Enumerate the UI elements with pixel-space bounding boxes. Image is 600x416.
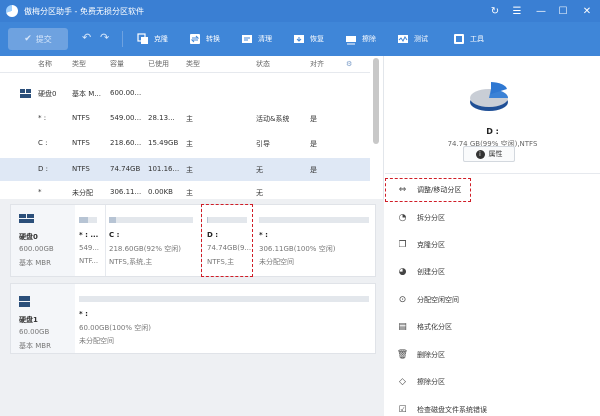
table-row[interactable]: * : NTFS 549.00... 28.13... 主 活动&系统 是 bbox=[0, 108, 370, 130]
clone-label: 克隆 bbox=[154, 35, 168, 43]
disk-1-size: 60.00GB bbox=[19, 328, 50, 336]
tools-label: 工具 bbox=[470, 35, 484, 43]
wipe-partition-icon: ◇ bbox=[399, 377, 406, 387]
tools-button[interactable]: 工具 bbox=[452, 30, 484, 48]
clone-icon bbox=[136, 32, 150, 46]
delete-partition-icon: 🗑 bbox=[396, 350, 409, 360]
highlight-box-d bbox=[201, 204, 253, 277]
partition-block-unallocated[interactable]: * : 60.00GB(100% 空闲) 未分配空间 bbox=[75, 284, 375, 353]
maximize-button[interactable]: ☐ bbox=[552, 0, 574, 22]
wipe-icon bbox=[344, 32, 358, 46]
commit-label: 提交 bbox=[35, 34, 52, 44]
selected-partition-name: D : bbox=[486, 127, 499, 136]
disk-1-box[interactable]: 硬盘1 60.00GB 基本 MBR * : 60.00GB(100% 空闲) … bbox=[10, 283, 376, 354]
disk-1-kind: 基本 MBR bbox=[19, 342, 51, 350]
highlight-box-resize bbox=[385, 178, 471, 202]
create-partition-icon: ◕ bbox=[398, 267, 407, 277]
table-row-selected[interactable]: D : NTFS 74.74GB 101.16... 主 无 是 bbox=[0, 158, 370, 181]
column-header-type[interactable]: 类型 bbox=[186, 59, 200, 69]
disk-0-info: 硬盘0 600.00GB 基本 MBR bbox=[11, 205, 75, 276]
table-row[interactable]: * 未分配 306.11... 0.00KB 主 无 bbox=[0, 184, 370, 199]
split-partition-icon: ◔ bbox=[398, 213, 407, 223]
column-header-status[interactable]: 状态 bbox=[256, 59, 270, 69]
format-partition-icon: ▤ bbox=[398, 322, 407, 332]
table-header: 名称 类型 容量 已使用 类型 状态 对齐 ⚙ bbox=[0, 56, 370, 73]
window-title: 傲梅分区助手 - 免费无损分区软件 bbox=[24, 6, 144, 16]
op-create[interactable]: ◕ 创建分区 bbox=[397, 264, 445, 280]
op-delete[interactable]: 🗑 删除分区 bbox=[397, 347, 445, 363]
disk-map: 硬盘0 600.00GB 基本 MBR * : ... 549... NTF..… bbox=[0, 199, 384, 416]
partition-block-c[interactable]: C : 218.60GB(92% 空闲) NTFS,系统,主 bbox=[105, 205, 201, 276]
clone-button[interactable]: 克隆 bbox=[136, 30, 168, 48]
minimize-button[interactable]: — bbox=[530, 0, 552, 22]
test-icon bbox=[396, 32, 410, 46]
wipe-label: 擦除 bbox=[362, 35, 376, 43]
disk-0-box[interactable]: 硬盘0 600.00GB 基本 MBR * : ... 549... NTF..… bbox=[10, 204, 376, 277]
title-bar: 傲梅分区助手 - 免费无损分区软件 ↻ ☰ — ☐ ✕ bbox=[0, 0, 600, 22]
cleanup-icon bbox=[240, 32, 254, 46]
table-row[interactable]: C : NTFS 218.60... 15.49GB 主 引导 是 bbox=[0, 133, 370, 155]
disk-icon bbox=[19, 214, 34, 223]
undo-icon[interactable]: ↶ bbox=[82, 31, 91, 44]
table-row[interactable]: 硬盘0 基本 M... 600.00... bbox=[0, 83, 370, 105]
partition-block-unallocated[interactable]: * : 306.11GB(100% 空闲) 未分配空间 bbox=[255, 205, 375, 276]
allocate-space-icon: ⊙ bbox=[398, 295, 407, 305]
toolbar-divider bbox=[122, 31, 123, 47]
test-button[interactable]: 测试 bbox=[396, 30, 428, 48]
commit-button[interactable]: ✔ 提交 bbox=[8, 28, 68, 50]
tools-icon bbox=[452, 32, 466, 46]
toolbar: ✔ 提交 ↶ ↷ 克隆 转换 清理 恢复 擦除 测试 工具 bbox=[0, 22, 600, 56]
recover-label: 恢复 bbox=[310, 35, 324, 43]
check-disk-icon: ☑ bbox=[398, 405, 407, 415]
disk-1-info: 硬盘1 60.00GB 基本 MBR bbox=[11, 284, 75, 353]
redo-icon[interactable]: ↷ bbox=[100, 31, 109, 44]
convert-label: 转换 bbox=[206, 35, 220, 43]
refresh-icon[interactable]: ↻ bbox=[484, 0, 506, 22]
app-logo-icon bbox=[6, 5, 18, 17]
menu-icon[interactable]: ☰ bbox=[506, 0, 528, 22]
clone-partition-icon: ❐ bbox=[398, 240, 407, 250]
disk-1-name: 硬盘1 bbox=[19, 316, 38, 324]
properties-button[interactable]: i 属性 bbox=[463, 146, 515, 162]
op-format[interactable]: ▤ 格式化分区 bbox=[397, 319, 452, 335]
wipe-button[interactable]: 擦除 bbox=[344, 30, 376, 48]
check-icon: ✔ bbox=[24, 34, 32, 44]
op-clone[interactable]: ❐ 克隆分区 bbox=[397, 237, 445, 253]
details-pane: D : 74.74 GB(99% 空闲),NTFS i 属性 ⇔ 调整/移动分区… bbox=[385, 56, 600, 416]
close-button[interactable]: ✕ bbox=[576, 0, 598, 22]
recover-icon bbox=[292, 32, 306, 46]
disk-icon bbox=[20, 89, 32, 100]
cleanup-label: 清理 bbox=[258, 35, 272, 43]
cleanup-button[interactable]: 清理 bbox=[240, 30, 272, 48]
disk-0-size: 600.00GB bbox=[19, 245, 54, 253]
partition-list-pane: 名称 类型 容量 已使用 类型 状态 对齐 ⚙ 硬盘0 基本 M... 600.… bbox=[0, 56, 384, 416]
column-header-align[interactable]: 对齐 bbox=[310, 59, 324, 69]
disk-icon bbox=[19, 296, 30, 307]
partition-pie-icon bbox=[470, 82, 509, 111]
op-check[interactable]: ☑ 检查磁盘文件系统错误 bbox=[397, 402, 487, 416]
column-header-fs[interactable]: 类型 bbox=[72, 59, 86, 69]
table-scrollbar-thumb[interactable] bbox=[373, 58, 379, 144]
partition-block-star[interactable]: * : ... 549... NTF... bbox=[75, 205, 105, 276]
disk-0-kind: 基本 MBR bbox=[19, 259, 51, 267]
properties-label: 属性 bbox=[488, 150, 503, 158]
recover-button[interactable]: 恢复 bbox=[292, 30, 324, 48]
disk-0-name: 硬盘0 bbox=[19, 233, 38, 241]
column-settings-icon[interactable]: ⚙ bbox=[346, 60, 352, 68]
column-header-used[interactable]: 已使用 bbox=[148, 59, 169, 69]
op-wipe[interactable]: ◇ 擦除分区 bbox=[397, 374, 445, 390]
convert-button[interactable]: 转换 bbox=[188, 30, 220, 48]
convert-icon bbox=[188, 32, 202, 46]
column-header-name[interactable]: 名称 bbox=[38, 59, 52, 69]
column-header-capacity[interactable]: 容量 bbox=[110, 59, 124, 69]
test-label: 测试 bbox=[414, 35, 428, 43]
info-icon: i bbox=[475, 149, 485, 159]
op-allocate[interactable]: ⊙ 分配空闲空间 bbox=[397, 292, 459, 308]
op-split[interactable]: ◔ 拆分分区 bbox=[397, 210, 445, 226]
